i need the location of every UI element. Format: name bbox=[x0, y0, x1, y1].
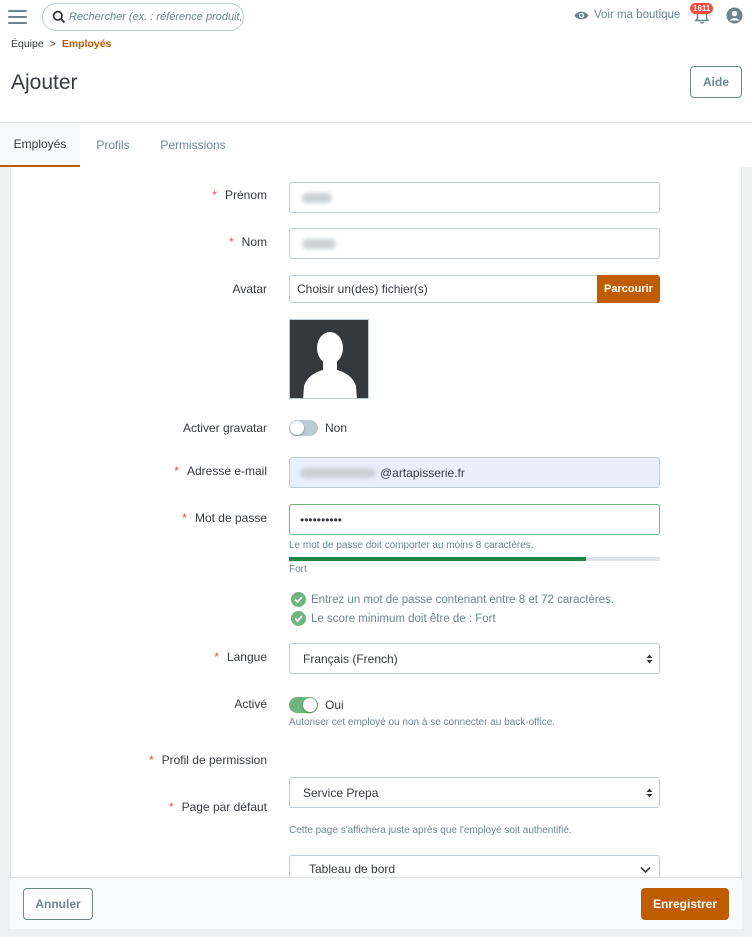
help-button[interactable]: Aide bbox=[690, 66, 742, 98]
gravatar-label: Activer gravatar bbox=[182, 421, 267, 435]
search-input[interactable] bbox=[69, 8, 241, 26]
active-state: Oui bbox=[325, 698, 344, 712]
top-bar: Voir ma boutique 1611 bbox=[0, 0, 752, 34]
avatar-label: Avatar bbox=[232, 282, 267, 296]
password-label: * Mot de passe bbox=[182, 511, 267, 525]
password-strength-meter bbox=[289, 557, 660, 561]
language-select[interactable]: Français (French) bbox=[289, 643, 660, 674]
breadcrumb: Équipe > Employés bbox=[11, 38, 111, 50]
password-strength-fill bbox=[289, 557, 586, 561]
profile-label: * Profil de permission bbox=[148, 753, 267, 767]
breadcrumb-separator: > bbox=[49, 38, 56, 50]
view-shop-label: Voir ma boutique bbox=[594, 9, 681, 21]
default-page-label: * Page par défaut bbox=[168, 800, 267, 814]
language-label: * Langue bbox=[214, 650, 267, 664]
tab-employees[interactable]: Employés bbox=[0, 123, 80, 167]
menu-icon[interactable] bbox=[8, 10, 27, 24]
view-shop-link[interactable]: Voir ma boutique bbox=[574, 6, 680, 24]
email-domain: @artapisserie.fr bbox=[380, 465, 465, 480]
search-box[interactable] bbox=[42, 3, 244, 31]
first-name-label: * Prénom bbox=[212, 188, 267, 202]
last-name-value-blurred bbox=[302, 238, 336, 249]
first-name-value-blurred bbox=[302, 192, 332, 203]
browse-button[interactable]: Parcourir bbox=[597, 275, 660, 303]
active-switch[interactable] bbox=[289, 697, 318, 713]
password-check-score: Le score minimum doit être de : Fort bbox=[291, 611, 496, 626]
password-check-length: Entrez un mot de passe contenant entre 8… bbox=[291, 592, 614, 607]
form-footer: Annuler Enregistrer bbox=[10, 877, 742, 929]
avatar-file-input[interactable]: Choisir un(des) fichier(s) Parcourir bbox=[289, 275, 660, 303]
notifications-button[interactable]: 1611 bbox=[690, 3, 714, 25]
last-name-label: * Nom bbox=[228, 235, 267, 249]
profile-select[interactable]: Service Prepa bbox=[289, 777, 660, 808]
active-label: Activé bbox=[234, 697, 267, 711]
save-button[interactable]: Enregistrer bbox=[641, 888, 729, 920]
profile-value: Service Prepa bbox=[303, 785, 379, 800]
check-icon bbox=[291, 611, 306, 626]
default-avatar-icon bbox=[303, 332, 357, 398]
default-page-value: Tableau de bord bbox=[309, 862, 396, 876]
last-name-input[interactable] bbox=[289, 228, 660, 259]
gravatar-toggle[interactable]: Non bbox=[289, 420, 347, 436]
active-hint: Autoriser cet employé ou non à se connec… bbox=[289, 717, 556, 728]
password-hint: Le mot de passe doit comporter au moins … bbox=[289, 540, 534, 551]
avatar-preview bbox=[289, 319, 369, 399]
page-header: Équipe > Employés Ajouter Aide Employés Pr… bbox=[0, 34, 752, 167]
search-icon bbox=[52, 10, 66, 24]
breadcrumb-parent[interactable]: Équipe bbox=[11, 38, 44, 50]
password-strength-label: Fort bbox=[289, 564, 307, 575]
notifications-badge: 1611 bbox=[690, 3, 714, 14]
email-local-part-blurred bbox=[300, 467, 376, 478]
gravatar-switch[interactable] bbox=[289, 420, 318, 436]
email-input[interactable]: @artapisserie.fr bbox=[289, 457, 660, 488]
password-input[interactable]: •••••••••• bbox=[289, 504, 660, 535]
cancel-button[interactable]: Annuler bbox=[23, 888, 93, 920]
language-value: Français (French) bbox=[303, 651, 398, 666]
user-account-icon[interactable] bbox=[726, 7, 743, 24]
first-name-input[interactable] bbox=[289, 182, 660, 213]
tab-profiles[interactable]: Profils bbox=[84, 123, 142, 167]
gravatar-state: Non bbox=[325, 421, 348, 435]
tab-permissions[interactable]: Permissions bbox=[152, 123, 234, 167]
eye-icon bbox=[574, 11, 589, 19]
email-label: * Adresse e-mail bbox=[174, 464, 267, 478]
active-toggle[interactable]: Oui bbox=[289, 697, 344, 713]
default-page-hint: Cette page s'affichera juste après que l… bbox=[289, 825, 572, 836]
sort-arrows-icon bbox=[646, 788, 653, 798]
chevron-down-icon bbox=[640, 866, 651, 874]
page-title: Ajouter bbox=[11, 71, 78, 94]
check-icon bbox=[291, 592, 306, 607]
breadcrumb-current[interactable]: Employés bbox=[62, 38, 112, 50]
avatar-file-name[interactable]: Choisir un(des) fichier(s) bbox=[289, 275, 597, 303]
sort-arrows-icon bbox=[646, 654, 653, 664]
